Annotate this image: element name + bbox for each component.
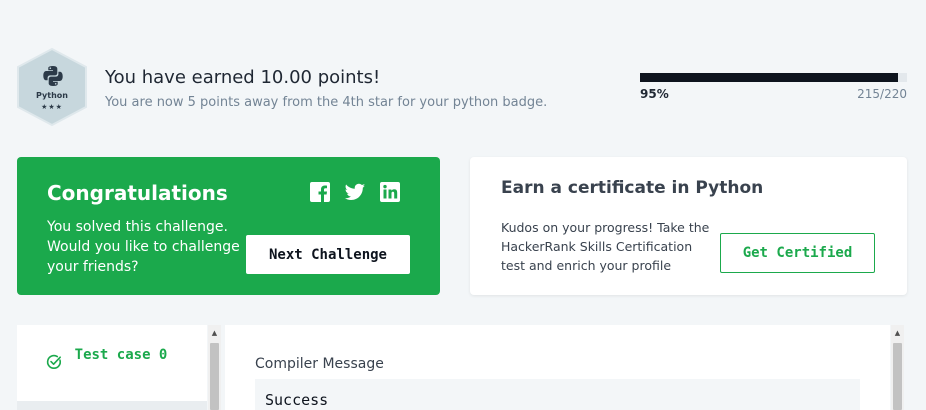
python-logo-icon xyxy=(43,66,63,86)
test-output-panel: Compiler Message Success xyxy=(225,325,890,410)
get-certified-button[interactable]: Get Certified xyxy=(720,233,875,273)
certificate-text: Kudos on your progress! Take the HackerR… xyxy=(501,220,710,273)
progress-count: 215/220 xyxy=(857,87,907,101)
scroll-thumb[interactable] xyxy=(893,343,902,410)
test-case-list: Test case 0 xyxy=(17,325,207,410)
congratulations-text: You solved this challenge. Would you lik… xyxy=(47,219,240,275)
scroll-thumb[interactable] xyxy=(210,343,219,410)
badge-stars: ★★★ xyxy=(41,103,63,111)
test-case-item[interactable]: Test case 0 xyxy=(17,325,207,401)
certificate-card: Earn a certificate in Python Kudos on yo… xyxy=(470,157,907,295)
test-case-label: Test case 0 xyxy=(74,347,168,363)
badge-progress-fill xyxy=(640,73,898,82)
facebook-icon[interactable] xyxy=(309,181,331,203)
compiler-message-box: Success xyxy=(255,379,860,410)
check-circle-icon xyxy=(46,354,62,369)
python-badge: Python ★★★ xyxy=(16,47,88,127)
hexagon-badge-shape xyxy=(17,47,87,127)
compiler-message-value: Success xyxy=(265,391,329,409)
progress-percent: 95% xyxy=(640,87,669,101)
points-earned-title: You have earned 10.00 points! xyxy=(105,67,381,88)
test-case-scrollbar[interactable]: ▲ xyxy=(208,325,221,410)
next-challenge-button[interactable]: Next Challenge xyxy=(246,235,410,274)
scroll-up-arrow-icon[interactable]: ▲ xyxy=(208,327,221,339)
scroll-up-arrow-icon[interactable]: ▲ xyxy=(891,327,904,339)
linkedin-icon[interactable] xyxy=(379,181,401,203)
output-scrollbar[interactable]: ▲ xyxy=(891,325,904,410)
badge-name: Python xyxy=(36,91,68,100)
compiler-message-label: Compiler Message xyxy=(255,356,384,372)
congratulations-title: Congratulations xyxy=(47,181,228,205)
badge-progress-bar xyxy=(640,73,907,82)
twitter-icon[interactable] xyxy=(344,181,366,203)
congratulations-card: Congratulations You solved this challeng… xyxy=(17,157,440,295)
points-earned-subtitle: You are now 5 points away from the 4th s… xyxy=(105,95,548,110)
certificate-title: Earn a certificate in Python xyxy=(501,178,764,198)
